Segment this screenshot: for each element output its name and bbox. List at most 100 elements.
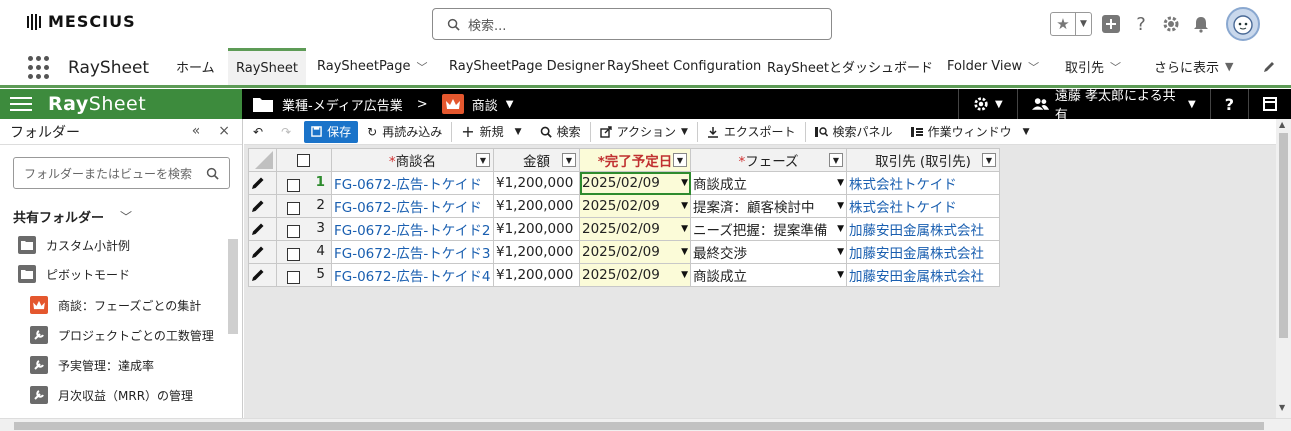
name-cell[interactable]: FG-0672-広告-トケイド3 xyxy=(331,240,494,264)
save-button[interactable]: 保存 xyxy=(304,120,359,143)
phase-cell[interactable]: 提案済：顧客検討中 ▼ xyxy=(690,194,847,218)
scrollbar-thumb[interactable] xyxy=(14,422,1264,430)
name-cell[interactable]: FG-0672-広告-トケイド xyxy=(331,171,494,195)
row-checkbox[interactable] xyxy=(287,248,300,261)
dropdown-arrow-icon[interactable]: ▼ xyxy=(681,270,688,280)
amount-cell[interactable]: ¥1,200,000 xyxy=(493,240,580,264)
settings-button[interactable]: ▼ xyxy=(958,89,1017,119)
edit-row-cell[interactable] xyxy=(248,263,277,287)
menu-icon[interactable] xyxy=(10,97,32,111)
row-number-cell[interactable]: 4 xyxy=(276,240,332,264)
view-item[interactable]: 予実管理：達成率 xyxy=(30,356,154,374)
account-link[interactable]: 株式会社トケイド xyxy=(849,177,957,193)
app-launcher-icon[interactable] xyxy=(28,56,52,80)
close-date-cell[interactable]: 2025/02/09 ▼ xyxy=(579,217,691,241)
close-date-cell[interactable]: 2025/02/09 ▼ xyxy=(579,171,691,195)
folder-search-input[interactable]: フォルダーまたはビューを検索 xyxy=(13,157,230,189)
dropdown-arrow-icon[interactable]: ▼ xyxy=(681,247,688,257)
caret-down-icon[interactable]: ▼ xyxy=(515,127,522,137)
row-checkbox[interactable] xyxy=(287,202,300,215)
opportunity-name-link[interactable]: FG-0672-広告-トケイド xyxy=(334,177,482,193)
edit-row-cell[interactable] xyxy=(248,240,277,264)
folder-item[interactable]: カスタム小計例 xyxy=(18,236,130,254)
phase-cell[interactable]: 商談成立 ▼ xyxy=(690,171,847,195)
tab-raysheet-dashboard[interactable]: RaySheetとダッシュボード xyxy=(767,48,933,85)
col-header-account[interactable]: 取引先 (取引先) ▼ xyxy=(846,148,1000,172)
view-name[interactable]: 商談 xyxy=(472,95,498,114)
header-checkbox-cell[interactable] xyxy=(276,148,332,172)
global-actions-icon[interactable] xyxy=(1100,13,1122,35)
opportunity-name-link[interactable]: FG-0672-広告-トケイド3 xyxy=(334,246,491,262)
view-item[interactable]: プロジェクトごとの工数管理 xyxy=(30,326,214,344)
column-menu-icon[interactable]: ▼ xyxy=(829,153,843,167)
table-row[interactable]: 5 FG-0672-広告-トケイド4 ¥1,200,000 2025/02/09 ▼ 商談… xyxy=(248,263,1000,287)
action-button[interactable]: アクション ▼ xyxy=(591,121,697,143)
row-number-cell[interactable]: 3 xyxy=(276,217,332,241)
help-button[interactable]: ? xyxy=(1209,89,1248,119)
row-number-cell[interactable]: 1 xyxy=(276,171,332,195)
table-row[interactable]: 2 FG-0672-広告-トケイド ¥1,200,000 2025/02/09 ▼ 提案済… xyxy=(248,194,1000,218)
name-cell[interactable]: FG-0672-広告-トケイド2 xyxy=(331,217,494,241)
dropdown-arrow-icon[interactable]: ▼ xyxy=(681,178,688,188)
chevron-down-icon[interactable]: ﹀ xyxy=(416,59,427,75)
chevron-down-icon[interactable]: ﹀ xyxy=(1028,59,1039,75)
folder-item[interactable]: ピボットモード xyxy=(18,265,130,283)
opportunity-name-link[interactable]: FG-0672-広告-トケイド xyxy=(334,200,482,216)
tab-home[interactable]: ホーム xyxy=(176,48,215,85)
search-panel-button[interactable]: 検索パネル xyxy=(806,121,902,143)
gear-icon[interactable] xyxy=(1160,13,1182,35)
account-cell[interactable]: 株式会社トケイド xyxy=(846,194,1000,218)
edit-nav-pencil-icon[interactable] xyxy=(1262,48,1276,85)
table-row[interactable]: 4 FG-0672-広告-トケイド3 ¥1,200,000 2025/02/09 ▼ 最終… xyxy=(248,240,1000,264)
mescius-logo[interactable]: MESCIUS xyxy=(26,12,136,31)
name-cell[interactable]: FG-0672-広告-トケイド xyxy=(331,194,494,218)
view-dropdown-icon[interactable]: ▼ xyxy=(506,99,514,110)
opportunity-name-link[interactable]: FG-0672-広告-トケイド2 xyxy=(334,223,491,239)
account-link[interactable]: 加藤安田金属株式会社 xyxy=(849,246,984,262)
select-all-checkbox[interactable] xyxy=(297,153,310,167)
dropdown-arrow-icon[interactable]: ▼ xyxy=(837,178,844,188)
row-number-cell[interactable]: 5 xyxy=(276,263,332,287)
work-window-button[interactable]: 作業ウィンドウ ▼ xyxy=(902,121,1039,143)
redo-button[interactable]: ↷ xyxy=(272,121,300,143)
dropdown-arrow-icon[interactable]: ▼ xyxy=(837,224,844,234)
column-menu-icon[interactable]: ▼ xyxy=(476,153,490,167)
row-checkbox[interactable] xyxy=(287,225,300,238)
table-row[interactable]: 1 FG-0672-広告-トケイド ¥1,200,000 2025/02/09 ▼ 商談成… xyxy=(248,171,1000,195)
horizontal-scrollbar[interactable] xyxy=(0,418,1291,431)
row-checkbox[interactable] xyxy=(287,271,300,284)
favorites-button[interactable]: ★ ▼ xyxy=(1050,12,1092,36)
dropdown-arrow-icon[interactable]: ▼ xyxy=(837,247,844,257)
amount-cell[interactable]: ¥1,200,000 xyxy=(493,194,580,218)
scrollbar-thumb[interactable] xyxy=(1279,133,1288,338)
export-button[interactable]: エクスポート xyxy=(698,121,805,143)
tab-raysheet[interactable]: RaySheet xyxy=(228,48,306,85)
close-date-cell[interactable]: 2025/02/09 ▼ xyxy=(579,240,691,264)
col-header-name[interactable]: *商談名 ▼ xyxy=(331,148,494,172)
help-icon[interactable]: ? xyxy=(1130,13,1152,35)
folder-panel-scrollbar[interactable] xyxy=(228,239,238,334)
column-menu-icon[interactable]: ▼ xyxy=(673,153,687,167)
chevron-down-icon[interactable]: ﹀ xyxy=(1110,59,1121,75)
phase-cell[interactable]: ニーズ把握：提案準備 ▼ xyxy=(690,217,847,241)
account-link[interactable]: 加藤安田金属株式会社 xyxy=(849,269,984,285)
corner-cell[interactable] xyxy=(248,148,277,172)
tab-raysheetpage[interactable]: RaySheetPage ﹀ xyxy=(317,48,427,85)
shared-folders-heading[interactable]: 共有フォルダー ﹀ xyxy=(13,207,132,226)
account-cell[interactable]: 加藤安田金属株式会社 xyxy=(846,240,1000,264)
phase-cell[interactable]: 最終交渉 ▼ xyxy=(690,240,847,264)
avatar[interactable] xyxy=(1226,7,1260,41)
new-button[interactable]: + 新規 ▼ xyxy=(452,121,530,143)
close-date-cell[interactable]: 2025/02/09 ▼ xyxy=(579,263,691,287)
search-button[interactable]: 検索 xyxy=(531,121,590,143)
share-button[interactable]: 遠藤 孝太郎による共有 ▼ xyxy=(1016,89,1210,123)
tab-accounts[interactable]: 取引先 ﹀ xyxy=(1065,48,1121,85)
vertical-scrollbar[interactable]: ▲ ▼ xyxy=(1276,119,1291,418)
row-number-cell[interactable]: 2 xyxy=(276,194,332,218)
column-menu-icon[interactable]: ▼ xyxy=(562,153,576,167)
tab-more[interactable]: さらに表示 ▼ xyxy=(1154,48,1233,85)
account-link[interactable]: 加藤安田金属株式会社 xyxy=(849,223,984,239)
col-header-phase[interactable]: *フェーズ ▼ xyxy=(690,148,847,172)
amount-cell[interactable]: ¥1,200,000 xyxy=(493,171,580,195)
chevron-down-icon[interactable]: ▼ xyxy=(1075,13,1091,35)
